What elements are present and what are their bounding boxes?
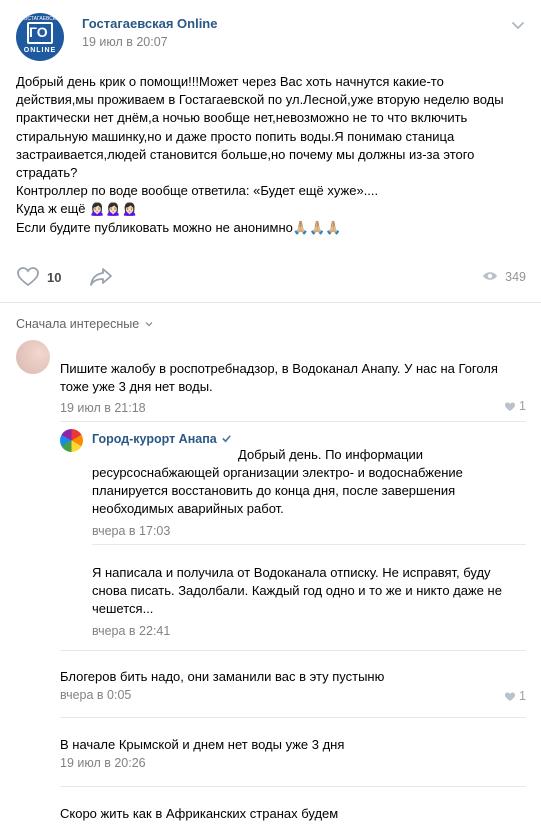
comment-line: Блогеров бить надо, они заманили вас в э…	[60, 669, 385, 684]
avatar-online-text: ONLINE	[23, 47, 57, 54]
avatar[interactable]	[16, 340, 50, 374]
comment: Скоро жить как в Африканских странах буд…	[60, 805, 526, 823]
reply-first-line: Добрый день. По информации	[238, 447, 423, 462]
reply-line: ресурсоснабжающей организации электро- и…	[92, 465, 463, 480]
post-header: ГОСТАГАЕВСКАЯ ГО ONLINE Гостагаевская On…	[16, 13, 526, 61]
comment-line: Скоро жить как в Африканских странах буд…	[60, 806, 339, 821]
group-avatar[interactable]: ГОСТАГАЕВСКАЯ ГО ONLINE	[16, 13, 64, 61]
post-line: Контроллер по воде вообще ответила: «Буд…	[16, 183, 379, 199]
post-actions: 10 349	[16, 263, 526, 293]
sort-dropdown[interactable]: Сначала интересные	[16, 317, 153, 331]
post-line: Если будите публиковать можно не анонимн…	[16, 219, 342, 235]
post-line: Добрый день крик о помощи!!!Может через …	[16, 74, 444, 89]
eye-icon	[483, 272, 497, 280]
heart-icon	[505, 402, 516, 411]
post-line: действия,мы проживаем в Гостагаевской по…	[16, 92, 504, 108]
comment-like[interactable]: 1	[504, 399, 526, 413]
divider	[0, 302, 541, 303]
reply-line: планируется восстановить до конца дня, п…	[92, 483, 456, 499]
post-line: страдать?	[16, 165, 78, 181]
reply-author[interactable]: Город-курорт Анапа	[92, 432, 526, 446]
reply-line: Я написала и получила от Водоканала отпи…	[92, 565, 491, 580]
comment-line: В начале Крымской и днем нет воды уже 3 …	[60, 737, 345, 752]
heart-icon[interactable]	[16, 265, 40, 289]
comment: Блогеров бить надо, они заманили вас в э…	[60, 668, 526, 703]
comment-author[interactable]	[60, 346, 526, 360]
divider	[60, 650, 526, 651]
view-count: 349	[505, 270, 526, 284]
comment-like[interactable]: 1	[504, 689, 526, 703]
avatar[interactable]	[60, 429, 83, 452]
comment-like-count: 1	[519, 689, 526, 703]
post-line: практически нет днём,а ночью вообще нет,…	[16, 110, 468, 126]
heart-icon	[505, 692, 516, 701]
comment-date[interactable]: 19 июл в 21:18	[60, 401, 526, 415]
comment: В начале Крымской и днем нет воды уже 3 …	[60, 736, 526, 770]
reply-author-name: Город-курорт Анапа	[92, 432, 217, 446]
post-text: Добрый день крик о помощи!!!Может через …	[16, 73, 526, 237]
group-name[interactable]: Гостагаевская Online	[82, 16, 217, 31]
divider	[60, 421, 526, 422]
like-count[interactable]: 10	[47, 270, 61, 285]
comment-line: тоже уже 3 дня нет воды.	[60, 379, 213, 395]
chevron-down-icon	[145, 322, 153, 327]
comment-date[interactable]: 19 июл в 20:26	[60, 756, 526, 770]
verified-icon	[221, 435, 231, 443]
sort-label: Сначала интересные	[16, 317, 140, 331]
reply-line: чешется...	[92, 601, 154, 617]
post-line: Куда ж ещё 🙍🏻‍♀️🙍🏻‍♀️🙍🏻‍♀️	[16, 201, 138, 217]
avatar-logo: ГО	[29, 24, 48, 40]
post-line: застраивается,людей становится больше,но…	[16, 146, 475, 162]
comment: Пишите жалобу в роспотребнадзор, в Водок…	[60, 346, 526, 415]
chevron-down-icon[interactable]	[510, 17, 526, 33]
post-line: стиральную машинку,но и даже просто попи…	[16, 128, 455, 144]
comment-line: Пишите жалобу в роспотребнадзор, в Водок…	[60, 361, 498, 376]
reply-body: ресурсоснабжающей организации электро- и…	[92, 464, 526, 538]
post-date[interactable]: 19 июл в 20:07	[82, 35, 168, 49]
reply-date[interactable]: вчера в 17:03	[92, 524, 526, 538]
comment-date[interactable]: вчера в 0:05	[60, 688, 526, 702]
reply: Я написала и получила от Водоканала отпи…	[92, 564, 526, 638]
reply-line: снова писать. Задолбали. Каждый год одно…	[92, 583, 502, 599]
divider	[60, 786, 526, 787]
reply-date[interactable]: вчера в 22:41	[92, 624, 526, 638]
divider	[60, 717, 526, 718]
reply: Город-курорт Анапа	[92, 432, 526, 446]
share-icon[interactable]	[88, 265, 114, 289]
comment-like-count: 1	[519, 399, 526, 413]
divider	[92, 544, 526, 545]
reply-line: необходимых аварийных работ.	[92, 501, 284, 517]
